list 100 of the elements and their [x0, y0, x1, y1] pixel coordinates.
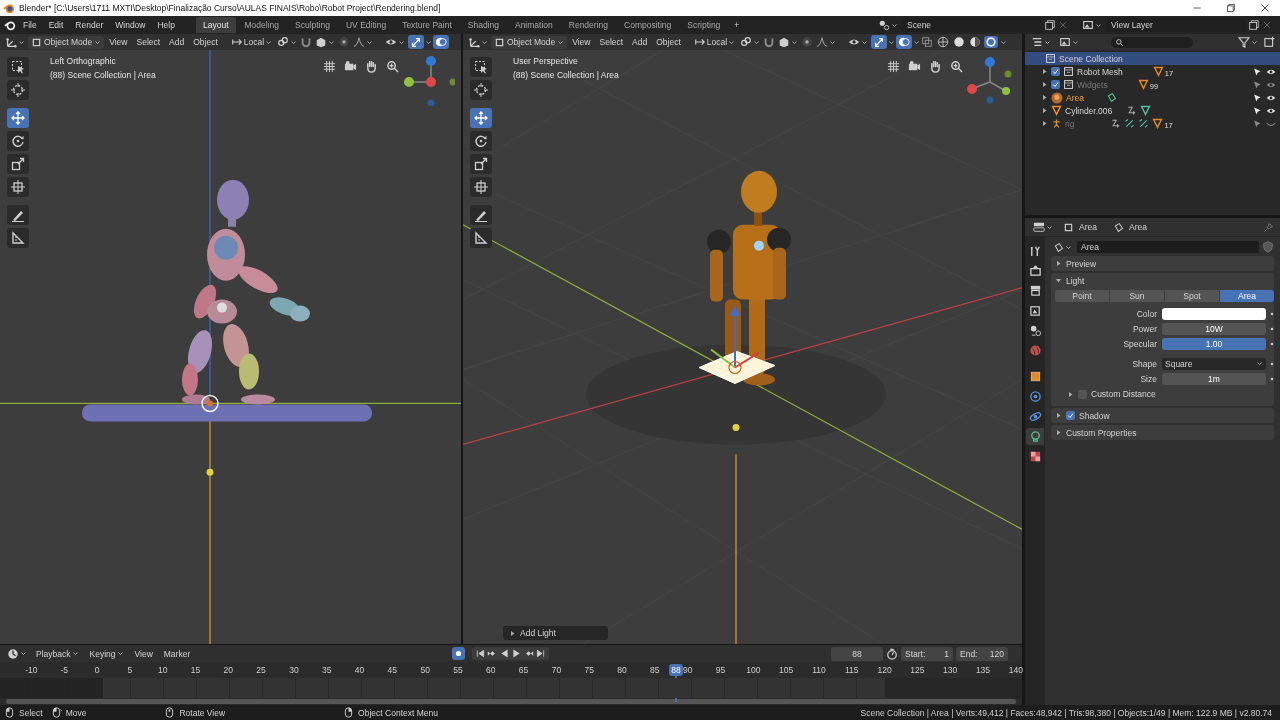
frame-number: 45 — [387, 664, 398, 678]
view-layer-field[interactable]: View Layer — [1106, 18, 1246, 32]
window-title: Blender* [C:\Users\1711 MXTI\Desktop\Finalização Curso\AULAS FINAIS\Robo\Robot Project\Rendering.blend] — [19, 3, 442, 13]
frame-number: 50 — [420, 664, 430, 678]
outliner-row[interactable]: Scene Collection — [1025, 52, 1280, 65]
status-hint: Move — [65, 707, 87, 718]
field-label: Power — [1131, 323, 1158, 334]
frame-number: 135 — [975, 664, 991, 678]
frame-number: 40 — [354, 664, 365, 678]
frame-number: 30 — [289, 664, 299, 678]
item-label: rig — [1065, 118, 1075, 129]
frame-number: 120 — [877, 664, 892, 678]
number-field[interactable]: 10W — [1162, 322, 1266, 335]
operator-panel[interactable]: Add Light — [503, 626, 608, 641]
object-tab[interactable]: Area — [1061, 220, 1099, 234]
frame-number: 70 — [551, 664, 562, 678]
field-label: Size — [1139, 373, 1158, 384]
item-label: Robot Mesh — [1077, 66, 1123, 77]
frame-number: 75 — [584, 664, 594, 678]
workspace-tab[interactable]: Texture Paint — [395, 17, 459, 33]
menu-item[interactable]: Render — [70, 18, 109, 32]
menu-item[interactable]: Select — [132, 36, 165, 48]
light-type-tab[interactable]: Area — [1220, 290, 1274, 302]
workspace-tab[interactable]: Sculpting — [288, 17, 337, 33]
workspace-tab[interactable]: Scripting — [680, 17, 728, 33]
workspace-tab[interactable]: UV Editing — [338, 17, 394, 33]
frame-number: 60 — [486, 664, 496, 678]
frame-number: 115 — [844, 664, 859, 678]
timeline-menu[interactable]: View — [130, 647, 157, 660]
menu-item[interactable]: Select — [595, 36, 628, 48]
workspace-tab[interactable]: Rendering — [561, 17, 615, 33]
frame-number: 55 — [453, 664, 463, 678]
field-label: Shape — [1131, 358, 1158, 369]
datablock-field[interactable]: Area — [1077, 241, 1259, 253]
workspace-tab[interactable]: Shading — [460, 17, 506, 33]
end-frame-field[interactable]: End: 120 — [956, 646, 1008, 661]
workspace-tab[interactable]: Animation — [507, 17, 560, 33]
orientation-dropdown[interactable]: Local — [228, 35, 275, 49]
panel-header[interactable]: Light — [1051, 273, 1274, 288]
mode-dropdown[interactable]: Object Mode — [28, 35, 105, 49]
light-type-tab[interactable]: Sun — [1110, 290, 1164, 302]
item-label: Area — [1066, 92, 1084, 103]
timeline-menu[interactable]: Marker — [159, 647, 195, 660]
panel-header[interactable]: Custom Properties — [1051, 425, 1274, 440]
workspace-tab[interactable]: Layout — [195, 17, 236, 33]
frame-number: -10 — [25, 664, 38, 678]
item-label: Cylinder.006 — [1065, 105, 1113, 116]
frame-number: 10 — [157, 664, 168, 678]
panel-header[interactable]: Shadow — [1051, 408, 1274, 423]
current-frame-field[interactable]: 88 — [831, 646, 883, 661]
outliner-row[interactable]: Cylinder.006 — [1025, 104, 1280, 117]
menu-item[interactable]: View — [568, 36, 595, 48]
frame-number: -5 — [60, 664, 68, 678]
status-hint: Select — [19, 707, 43, 718]
add-workspace-button[interactable]: + — [729, 18, 745, 32]
frame-number: 90 — [682, 664, 693, 678]
slider-field[interactable]: 1.00 — [1162, 337, 1266, 350]
timeline-menu[interactable]: Keying — [85, 647, 128, 660]
menu-item[interactable]: View — [105, 36, 132, 48]
frame-number: 130 — [943, 664, 958, 678]
menu-item[interactable]: Object — [652, 36, 685, 48]
frame-number: 105 — [779, 664, 794, 678]
frame-number: 140 — [1008, 664, 1023, 678]
menu-item[interactable]: Help — [152, 18, 180, 32]
menu-item[interactable]: Object — [189, 36, 222, 48]
workspace-tab[interactable]: Compositing — [617, 17, 679, 33]
subpanel-title[interactable]: Custom Distance — [1091, 389, 1156, 399]
light-type-tab[interactable]: Point — [1055, 290, 1109, 302]
view-info: (88) Scene Collection | Area — [50, 70, 156, 80]
menu-item[interactable]: Add — [628, 36, 652, 48]
outliner-row[interactable]: Area — [1025, 91, 1280, 104]
light-type-tab[interactable]: Spot — [1165, 290, 1219, 302]
data-tab[interactable]: Area — [1110, 220, 1149, 234]
status-hint: Object Context Menu — [358, 707, 438, 718]
menu-item[interactable]: File — [18, 18, 42, 32]
shape-dropdown[interactable]: Square — [1162, 357, 1266, 370]
field-label: Color — [1135, 308, 1158, 319]
panel-header[interactable]: Preview — [1051, 256, 1274, 271]
orientation-dropdown[interactable]: Local — [691, 35, 738, 49]
frame-number: 25 — [256, 664, 266, 678]
workspace-tab[interactable]: Modeling — [237, 17, 286, 33]
start-frame-field[interactable]: Start: 1 — [901, 646, 953, 661]
item-label: Scene Collection — [1059, 53, 1123, 64]
field-label: Specular — [1122, 338, 1158, 349]
menu-item[interactable]: Add — [165, 36, 189, 48]
menu-item[interactable]: Window — [110, 18, 151, 32]
frame-number: 65 — [518, 664, 529, 678]
number-field[interactable]: 1m — [1162, 372, 1266, 385]
menu-item[interactable]: Edit — [43, 18, 69, 32]
frame-number: 110 — [812, 664, 826, 678]
frame-number: 95 — [715, 664, 726, 678]
frame-number: 20 — [223, 664, 233, 678]
status-hint: Rotate View — [179, 707, 226, 718]
scene-field[interactable]: Scene — [902, 18, 1042, 32]
frame-number: 15 — [190, 664, 201, 678]
frame-number: 100 — [746, 664, 761, 678]
frame-number: 5 — [127, 664, 133, 678]
mode-dropdown[interactable]: Object Mode — [491, 35, 568, 49]
timeline-menu[interactable]: Playback — [32, 647, 83, 660]
frame-number: 35 — [322, 664, 332, 678]
